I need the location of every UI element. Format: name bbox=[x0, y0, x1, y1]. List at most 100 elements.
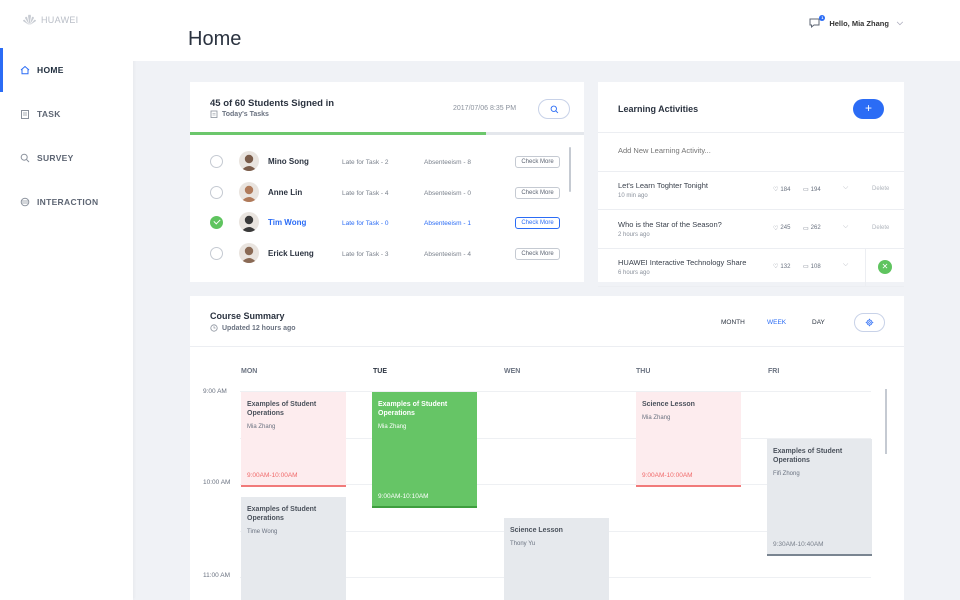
student-late-count: Late for Task - 4 bbox=[342, 189, 389, 197]
search-button[interactable] bbox=[538, 99, 570, 119]
comments-value: 108 bbox=[810, 263, 821, 270]
new-activity-input[interactable] bbox=[618, 146, 818, 155]
activity-time: 6 hours ago bbox=[618, 270, 650, 276]
comments-count[interactable]: ▭ 194 bbox=[803, 186, 821, 194]
student-checkbox[interactable] bbox=[210, 185, 223, 199]
event-card[interactable]: Science Lesson Thony Yu bbox=[504, 518, 609, 600]
huawei-logo-icon bbox=[23, 14, 36, 25]
period-month[interactable]: MONTH bbox=[721, 319, 745, 326]
course-title: Course Summary bbox=[210, 311, 285, 321]
event-title: Science Lesson bbox=[510, 527, 563, 534]
user-menu[interactable]: 1 Hello, Mia Zhang ⌵ bbox=[809, 15, 903, 29]
student-checkbox[interactable] bbox=[210, 155, 223, 168]
chevron-down-icon[interactable]: ⌵ bbox=[843, 261, 848, 269]
student-late-count: Late for Task - 2 bbox=[342, 159, 389, 166]
add-activity-button[interactable]: + bbox=[853, 99, 884, 119]
activity-row[interactable]: Who is the Star of the Season? 2 hours ag… bbox=[598, 210, 904, 249]
period-day[interactable]: DAY bbox=[812, 319, 825, 326]
check-more-button[interactable]: Check More bbox=[515, 156, 560, 168]
event-title: Examples of Student Operations bbox=[378, 401, 448, 417]
check-more-button[interactable]: Check More bbox=[515, 186, 560, 199]
clock-icon bbox=[210, 324, 218, 332]
activity-title: Who is the Star of the Season? bbox=[618, 219, 722, 229]
activity-title: HUAWEI Interactive Technology Share bbox=[618, 258, 747, 267]
learning-title: Learning Activities bbox=[618, 104, 699, 114]
scrollbar[interactable] bbox=[885, 389, 887, 454]
student-name: Anne Lin bbox=[268, 187, 303, 197]
chevron-down-icon[interactable]: ⌵ bbox=[843, 223, 848, 231]
student-avatar bbox=[239, 212, 259, 232]
settings-button[interactable] bbox=[854, 313, 885, 332]
user-greeting: Hello, Mia Zhang bbox=[829, 18, 889, 28]
subtitle-text: Today's Tasks bbox=[222, 110, 269, 118]
likes-value: 245 bbox=[780, 225, 791, 231]
student-name: Mino Song bbox=[268, 157, 309, 166]
brand-logo[interactable]: HUAWEI bbox=[22, 13, 78, 26]
event-time: 9:00AM-10:10AM bbox=[378, 493, 429, 500]
comments-value: 262 bbox=[810, 225, 821, 231]
nav-label: HOME bbox=[37, 65, 64, 75]
activity-title: Let's Learn Toghter Tonight bbox=[618, 181, 708, 190]
event-teacher: Mia Zhang bbox=[247, 424, 276, 430]
student-row[interactable]: Mino Song Late for Task - 2 Absenteeism - … bbox=[190, 147, 570, 177]
activity-time: 10 min ago bbox=[618, 193, 648, 199]
comments-count[interactable]: ▭ 108 bbox=[803, 263, 821, 271]
student-checkbox[interactable] bbox=[210, 216, 223, 229]
brand-name: HUAWEI bbox=[41, 14, 79, 25]
chevron-down-icon[interactable]: ⌵ bbox=[843, 184, 848, 192]
event-time: 9:00AM-10:00AM bbox=[247, 472, 298, 479]
messages-icon[interactable]: 1 bbox=[809, 15, 826, 29]
nav-item-home[interactable]: HOME bbox=[0, 48, 133, 92]
sidebar: HUAWEI HOME TASK SURVEY INTERACTION bbox=[0, 0, 133, 600]
clipboard-icon bbox=[21, 110, 29, 119]
event-teacher: Time Wong bbox=[247, 529, 278, 535]
time-label: 9:00 AM bbox=[203, 388, 227, 395]
student-avatar bbox=[239, 242, 259, 263]
chevron-down-icon[interactable]: ⌵ bbox=[897, 18, 903, 28]
nav-label: INTERACTION bbox=[37, 197, 99, 207]
nav-item-survey[interactable]: SURVEY bbox=[0, 136, 133, 180]
event-teacher: Fifi Zhong bbox=[773, 471, 800, 477]
student-name: Tim Wong bbox=[268, 218, 307, 227]
likes-count[interactable]: ♡ 132 bbox=[773, 263, 790, 271]
time-label: 11:00 AM bbox=[203, 572, 230, 579]
heart-icon: ♡ bbox=[773, 264, 779, 270]
nav-item-interaction[interactable]: INTERACTION bbox=[0, 180, 133, 224]
signin-card: 45 of 60 Students Signed in Today's Task… bbox=[190, 82, 584, 282]
delete-button[interactable]: Delete bbox=[872, 186, 889, 192]
activity-row[interactable]: Let's Learn Toghter Tonight 10 min ago ♡ 18… bbox=[598, 171, 904, 210]
period-week[interactable]: WEEK bbox=[767, 319, 786, 326]
event-title: Science Lesson bbox=[642, 401, 695, 408]
home-icon bbox=[20, 65, 30, 75]
gear-icon bbox=[865, 318, 874, 327]
scrollbar[interactable] bbox=[569, 147, 571, 192]
divider bbox=[598, 132, 904, 133]
interaction-icon bbox=[20, 197, 30, 207]
comments-count[interactable]: ▭ 262 bbox=[803, 225, 821, 232]
student-row[interactable]: Erick Lueng Late for Task - 3 Absenteeism … bbox=[190, 239, 570, 269]
event-card[interactable]: Examples of Student Operations Fifi Zhon… bbox=[767, 439, 872, 556]
notification-badge: 1 bbox=[819, 15, 826, 21]
check-more-button[interactable]: Check More bbox=[515, 247, 560, 260]
confirm-icon[interactable]: ✕ bbox=[878, 260, 892, 274]
student-row[interactable]: Tim Wong Late for Task - 0 Absenteeism - 1… bbox=[190, 208, 570, 238]
nav-item-task[interactable]: TASK bbox=[0, 92, 133, 136]
student-late-count: Late for Task - 0 bbox=[342, 220, 389, 227]
signin-title: 45 of 60 Students Signed in bbox=[210, 98, 335, 109]
event-card[interactable]: Examples of Student Operations Mia Zhang… bbox=[241, 392, 346, 487]
event-card[interactable]: Examples of Student Operations Mia Zhang… bbox=[372, 392, 477, 508]
student-checkbox[interactable] bbox=[210, 246, 223, 260]
signin-subtitle: Today's Tasks bbox=[210, 110, 269, 118]
student-row[interactable]: Anne Lin Late for Task - 4 Absenteeism - 0… bbox=[190, 178, 570, 208]
page-title: Home bbox=[188, 28, 242, 50]
student-name: Erick Lueng bbox=[268, 248, 314, 258]
likes-count[interactable]: ♡ 245 bbox=[773, 225, 790, 232]
activity-row[interactable]: HUAWEI Interactive Technology Share 6 hou… bbox=[598, 248, 904, 287]
event-card[interactable]: Examples of Student Operations Time Wong bbox=[241, 497, 346, 600]
check-more-button[interactable]: Check More bbox=[515, 217, 560, 229]
delete-button[interactable]: Delete bbox=[872, 225, 889, 231]
student-avatar bbox=[239, 181, 259, 202]
event-card[interactable]: Science Lesson Mia Zhang 9:00AM-10:00AM bbox=[636, 392, 741, 487]
event-title: Examples of Student Operations bbox=[247, 401, 317, 417]
likes-count[interactable]: ♡ 184 bbox=[773, 186, 790, 194]
